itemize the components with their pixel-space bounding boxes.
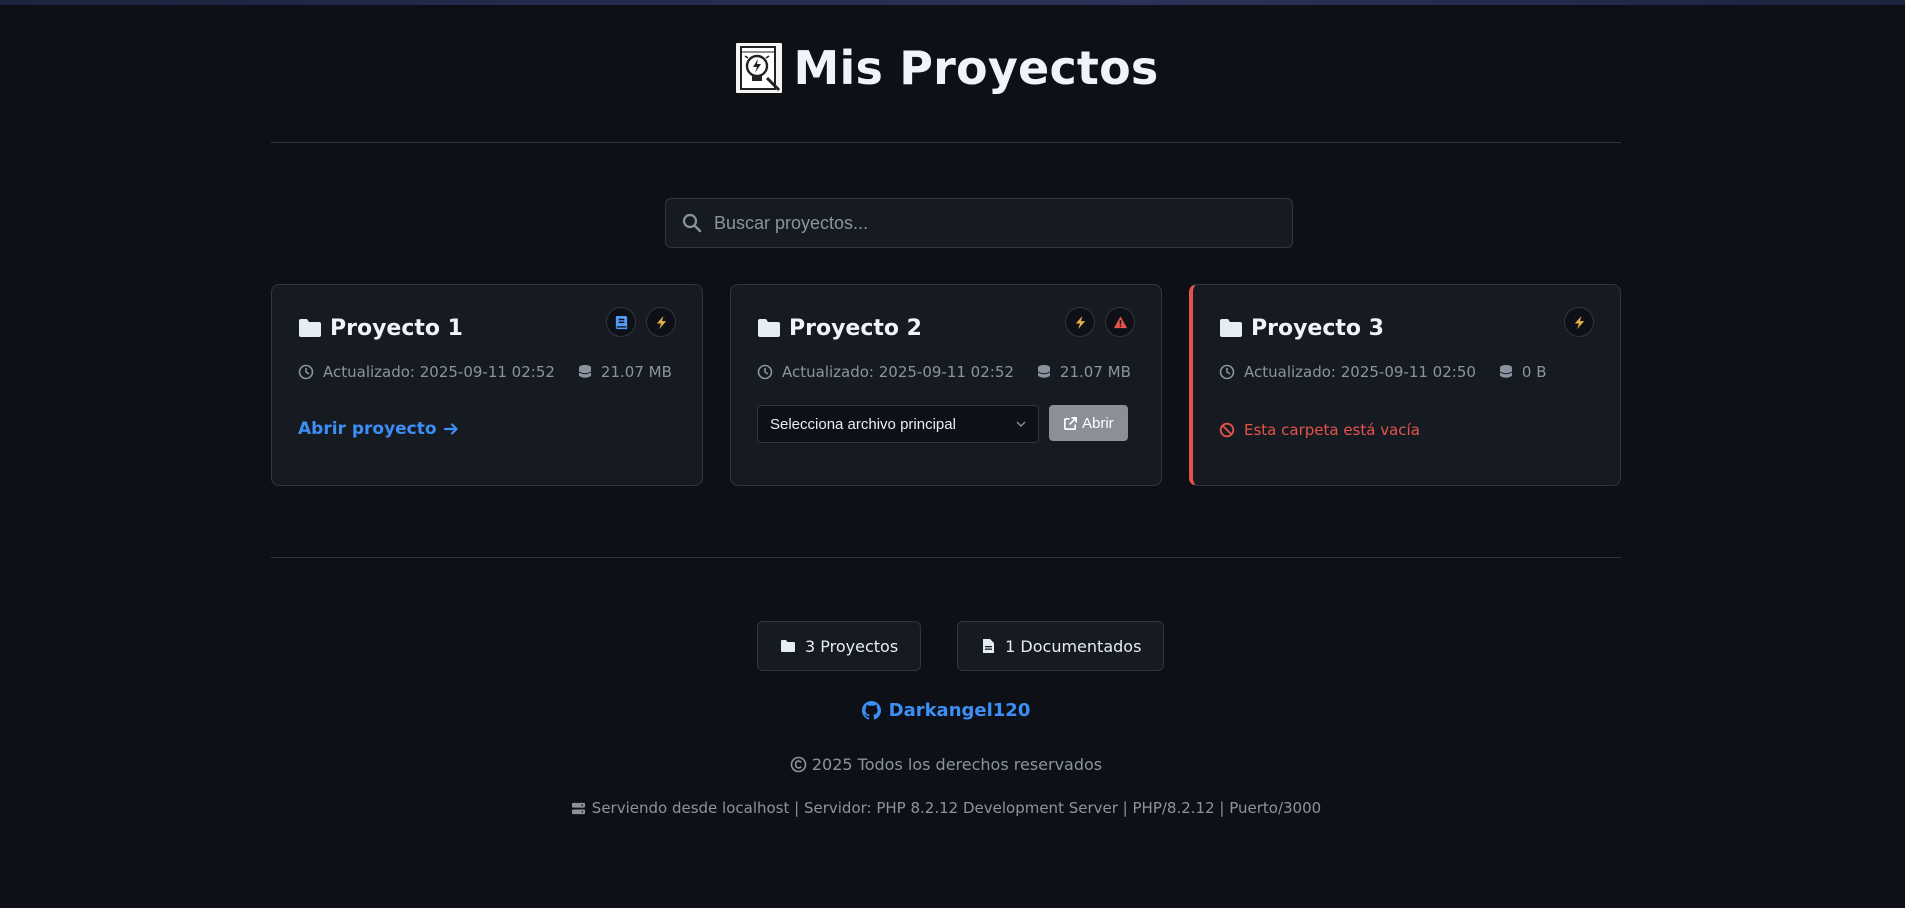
github-username[interactable]: Darkangel120 bbox=[889, 700, 1031, 721]
arrow-right-icon bbox=[443, 423, 458, 435]
project-card-1: Proyecto 1 Actualizado: 2025-09-11 02:52… bbox=[271, 284, 703, 486]
server-icon bbox=[571, 802, 585, 814]
ban-icon bbox=[1219, 422, 1235, 438]
open-project-label: Abrir proyecto bbox=[298, 419, 437, 439]
empty-folder-message: Esta carpeta está vacía bbox=[1219, 421, 1594, 439]
documented-count-stat: 1 Documentados bbox=[957, 621, 1165, 671]
main-container: Mis Proyectos Proyecto 1 bbox=[271, 0, 1621, 817]
chevron-down-icon bbox=[1016, 421, 1026, 427]
project-updated: Actualizado: 2025-09-11 02:52 bbox=[323, 363, 555, 381]
copyright-text: 2025 Todos los derechos reservados bbox=[811, 755, 1103, 774]
open-project-link[interactable]: Abrir proyecto bbox=[298, 419, 459, 439]
document-icon bbox=[983, 639, 995, 653]
server-info-text: Serviendo desde localhost | Servidor: PH… bbox=[591, 799, 1322, 817]
project-title: Proyecto 1 bbox=[330, 315, 463, 341]
warning-icon bbox=[1113, 315, 1127, 328]
github-link[interactable]: Darkangel120 bbox=[271, 700, 1621, 721]
project-updated: Actualizado: 2025-09-11 02:50 bbox=[1244, 363, 1476, 381]
folder-icon bbox=[781, 640, 795, 652]
clock-icon bbox=[757, 364, 773, 380]
page-title: Mis Proyectos bbox=[793, 41, 1159, 95]
book-icon bbox=[615, 315, 627, 329]
database-icon bbox=[578, 365, 591, 378]
php-badge bbox=[1065, 307, 1095, 337]
project-size: 21.07 MB bbox=[600, 363, 672, 381]
php-badge bbox=[646, 307, 676, 337]
project-size: 0 B bbox=[1521, 363, 1547, 381]
main-file-select-value: Selecciona archivo principal bbox=[770, 415, 956, 433]
empty-folder-text: Esta carpeta está vacía bbox=[1244, 421, 1420, 439]
documentation-badge bbox=[606, 307, 636, 337]
project-size: 21.07 MB bbox=[1059, 363, 1131, 381]
search-box[interactable] bbox=[665, 198, 1293, 248]
stats-row: 3 Proyectos 1 Documentados bbox=[757, 621, 1165, 671]
documented-count: 1 Documentados bbox=[1005, 636, 1142, 656]
search-input[interactable] bbox=[714, 212, 1292, 234]
copyright: 2025 Todos los derechos reservados bbox=[271, 755, 1621, 774]
clock-icon bbox=[298, 364, 314, 380]
project-updated: Actualizado: 2025-09-11 02:52 bbox=[782, 363, 1014, 381]
main-file-select[interactable]: Selecciona archivo principal bbox=[757, 405, 1039, 443]
projects-count: 3 Proyectos bbox=[805, 636, 899, 656]
bolt-icon bbox=[656, 315, 666, 329]
php-badge bbox=[1564, 307, 1594, 337]
database-icon bbox=[1499, 365, 1512, 378]
bolt-icon bbox=[1075, 315, 1085, 329]
external-link-icon bbox=[1064, 416, 1077, 430]
copyright-icon bbox=[790, 756, 807, 773]
open-button-label: Abrir bbox=[1082, 414, 1114, 432]
page-header: Mis Proyectos bbox=[271, 0, 1621, 143]
folder-icon bbox=[299, 319, 321, 337]
project-title: Proyecto 3 bbox=[1251, 315, 1384, 341]
open-button[interactable]: Abrir bbox=[1049, 405, 1128, 441]
project-card-3: Proyecto 3 Actualizado: 2025-09-11 02:50 bbox=[1189, 284, 1621, 486]
project-card-2: Proyecto 2 Actualizado: 2025-09-11 02:52… bbox=[730, 284, 1162, 486]
projects-count-stat: 3 Proyectos bbox=[757, 621, 922, 671]
project-title: Proyecto 2 bbox=[789, 315, 922, 341]
database-icon bbox=[1037, 365, 1050, 378]
folder-icon bbox=[758, 319, 780, 337]
bolt-icon bbox=[1574, 315, 1584, 329]
search-icon bbox=[682, 213, 702, 233]
warning-badge bbox=[1105, 307, 1135, 337]
github-icon bbox=[861, 701, 881, 720]
clock-icon bbox=[1219, 364, 1235, 380]
footer-divider bbox=[271, 557, 1621, 558]
server-info: Serviendo desde localhost | Servidor: PH… bbox=[271, 799, 1621, 817]
lightbulb-notebook-icon bbox=[733, 41, 784, 95]
folder-icon bbox=[1220, 319, 1242, 337]
